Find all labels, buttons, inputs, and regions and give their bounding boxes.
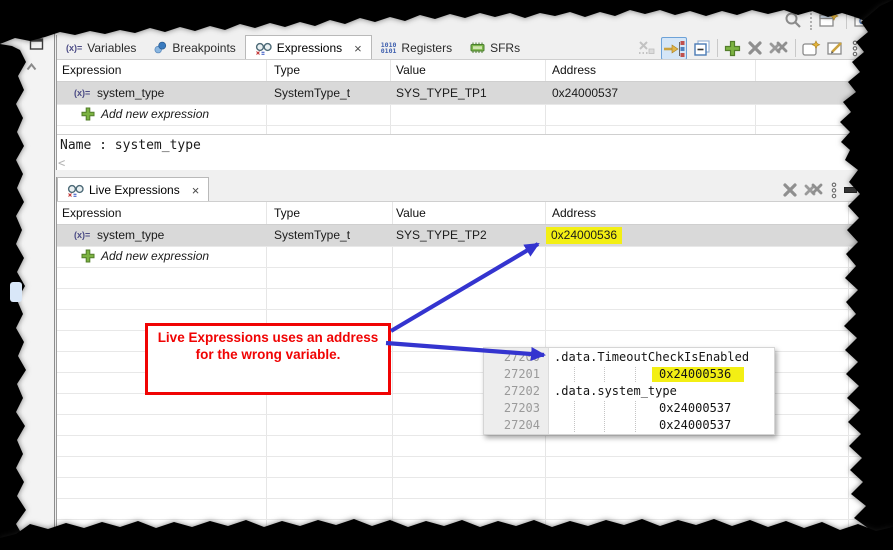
column-header-address[interactable]: Address (552, 60, 596, 81)
registers-icon-bottom: 0101 (380, 46, 397, 55)
column-header-value[interactable]: Value (396, 202, 426, 224)
line-number: 27201 (503, 367, 540, 381)
column-header-address[interactable]: Address (552, 202, 596, 224)
listing-line: 0x24000537 (659, 401, 732, 415)
expression-name: system_type (97, 86, 165, 100)
debugger-window: C (x)= Variables Breakpoints Expressions (0, 0, 893, 550)
tab-expressions[interactable]: Expressions × (244, 35, 372, 60)
show-type-names-icon[interactable] (638, 40, 655, 56)
add-expression-row-icon (81, 107, 95, 121)
open-new-view-icon[interactable] (802, 39, 821, 57)
scroll-back-icon[interactable]: < (58, 156, 65, 170)
column-header-value[interactable]: Value (396, 60, 426, 81)
listing-line: .data.system_type (554, 384, 677, 398)
toolbar-drag-handle (810, 10, 812, 30)
live-expression-name: system_type (97, 228, 165, 242)
view-menu-icon[interactable] (851, 39, 859, 57)
window-toolbar: C (784, 10, 876, 30)
breakpoints-icon (154, 41, 167, 54)
tab-label: Breakpoints (172, 40, 236, 55)
toolbar-separator (717, 39, 718, 57)
tab-live-expressions[interactable]: Live Expressions × (57, 177, 210, 202)
tab-label: Live Expressions (89, 183, 180, 197)
listing-line: 0x24000537 (659, 418, 732, 432)
tab-label: Registers (401, 40, 453, 55)
minimize-icon[interactable] (865, 45, 878, 51)
registers-icon: 1010 0101 (380, 41, 397, 55)
remove-expression-icon[interactable] (782, 182, 798, 198)
restore-view-icon[interactable] (29, 37, 44, 51)
sfrs-chip-icon (470, 42, 485, 53)
view-menu-icon[interactable] (830, 181, 838, 199)
remove-all-expressions-icon[interactable] (769, 40, 789, 56)
close-icon[interactable]: × (354, 42, 362, 55)
column-header-type[interactable]: Type (274, 202, 300, 224)
variables-icon: (x)= (66, 42, 83, 53)
annotation-line-1: Live Expressions uses an address (157, 330, 379, 345)
svg-text:C: C (859, 17, 865, 26)
listing-line: 0x24000536 (659, 367, 732, 381)
expressions-tabbar: (x)= Variables Breakpoints Expressions × (57, 35, 529, 60)
live-expression-address: 0x24000536 (551, 228, 618, 242)
add-new-expression[interactable]: Add new expression (101, 246, 209, 267)
scroll-up-icon[interactable] (26, 63, 37, 71)
expressions-toolbar (638, 36, 878, 60)
live-expression-type: SystemType_t (274, 228, 351, 242)
tab-variables[interactable]: (x)= Variables (57, 35, 145, 60)
tab-label: SFRs (490, 40, 521, 55)
variable-icon: (x)= (74, 230, 91, 240)
minimize-icon[interactable] (844, 187, 857, 193)
column-header-type[interactable]: Type (274, 60, 300, 81)
live-expressions-tabbar: Live Expressions × (57, 177, 210, 202)
line-number: 27200 (503, 350, 540, 364)
toolbar-separator (846, 11, 847, 29)
expressions-icon (255, 42, 272, 55)
tab-breakpoints[interactable]: Breakpoints (145, 35, 244, 60)
expression-value: SYS_TYPE_TP1 (396, 86, 487, 100)
remove-expression-icon[interactable] (747, 40, 763, 56)
close-icon[interactable]: × (192, 184, 200, 197)
live-expressions-toolbar (782, 181, 857, 199)
add-expression-row-icon (81, 249, 95, 263)
remove-all-expressions-icon[interactable] (804, 182, 824, 198)
toolbar-separator (795, 39, 796, 57)
detail-pane-text: Name : system_type (60, 138, 201, 153)
tab-registers[interactable]: 1010 0101 Registers (372, 35, 461, 60)
line-number: 27204 (503, 418, 540, 432)
annotation-line-2: for the wrong variable. (195, 347, 341, 362)
expression-type: SystemType_t (274, 86, 351, 100)
map-file-listing: 27200 27201 27202 27203 27204 .data.Time… (483, 347, 775, 435)
live-expression-value: SYS_TYPE_TP2 (396, 228, 487, 242)
column-header-expression[interactable]: Expression (62, 202, 121, 224)
variable-icon: (x)= (74, 88, 91, 98)
tab-sfrs[interactable]: SFRs (461, 35, 529, 60)
line-number: 27203 (503, 401, 540, 415)
cpp-perspective-icon[interactable]: C (854, 11, 876, 29)
collapse-all-icon[interactable] (693, 39, 711, 57)
live-expressions-icon (67, 184, 84, 197)
tab-label: Variables (87, 40, 137, 55)
minimized-view-highlight (10, 282, 22, 302)
show-logical-structure-toggle[interactable] (661, 36, 687, 60)
line-number: 27202 (503, 384, 540, 398)
search-icon[interactable] (784, 11, 803, 30)
tab-label: Expressions (276, 41, 343, 55)
add-new-expression[interactable]: Add new expression (101, 104, 209, 125)
add-expression-icon[interactable] (724, 40, 741, 57)
minimized-view-sidebar (22, 28, 55, 533)
listing-line: .data.TimeoutCheckIsEnabled (554, 350, 750, 364)
expression-address: 0x24000537 (552, 86, 619, 100)
column-header-expression[interactable]: Expression (62, 60, 121, 81)
pin-view-icon[interactable] (827, 40, 845, 57)
open-perspective-icon[interactable] (819, 11, 839, 29)
logical-structure-icon (664, 40, 685, 57)
annotation-callout: Live Expressions uses an address for the… (145, 323, 391, 395)
